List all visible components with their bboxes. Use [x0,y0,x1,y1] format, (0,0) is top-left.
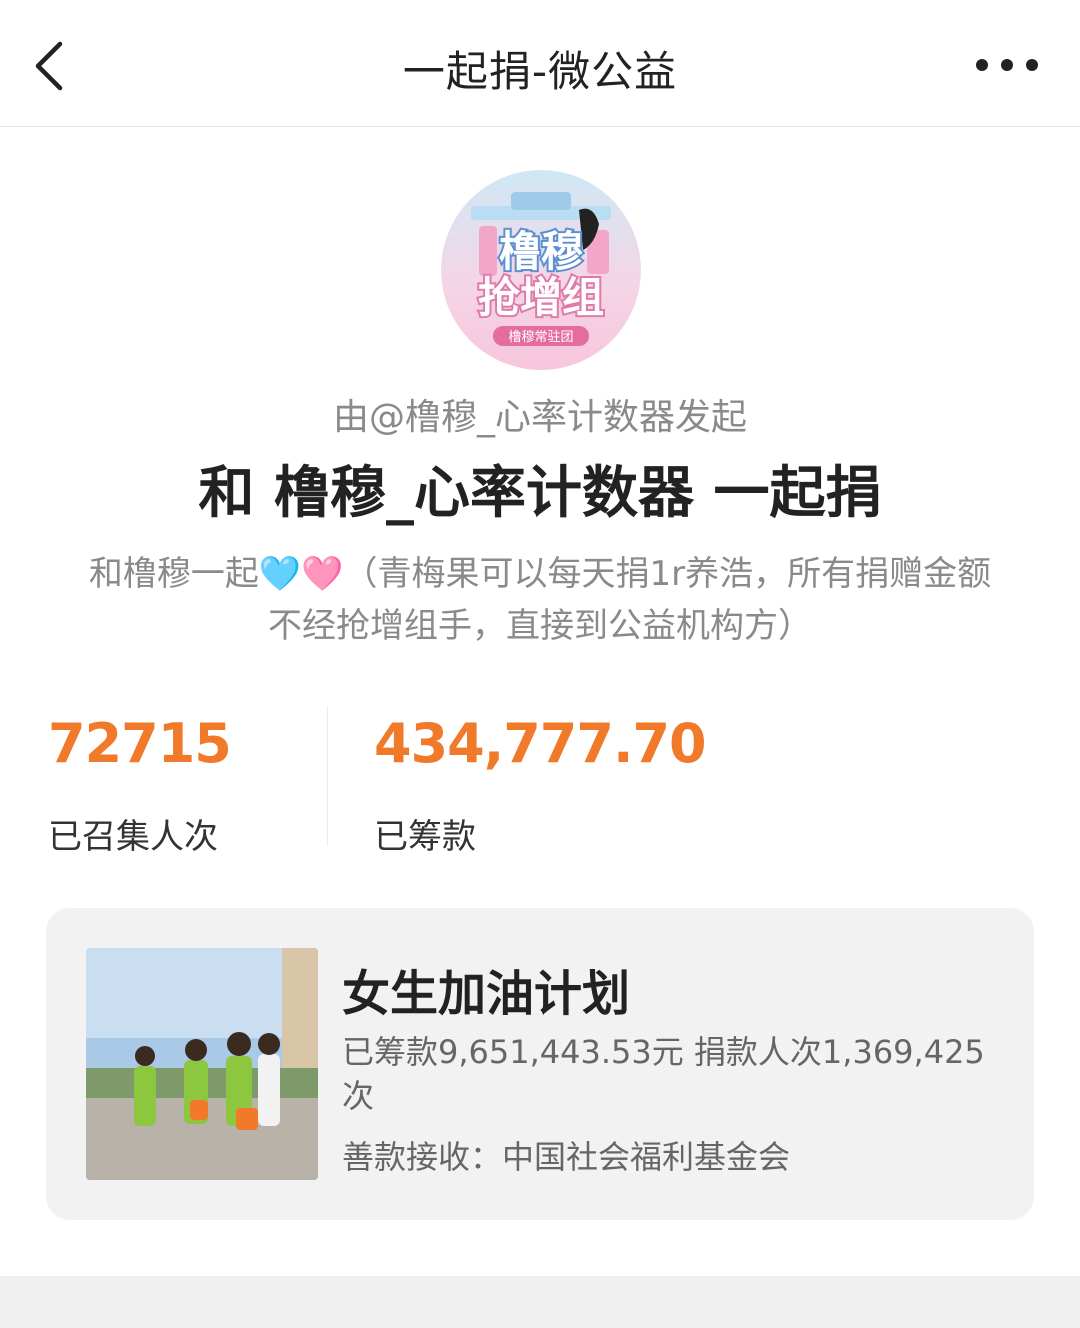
project-name: 女生加油计划 [342,966,631,1022]
more-dots-icon [976,59,1038,71]
raised-amount: 434,777.70 [374,712,707,775]
avatar-badge: 橹穆常驻团 [508,330,573,345]
page-title: 一起捐-微公益 [402,47,678,96]
project-card[interactable]: 女生加油计划 已筹款9,651,443.53元 捐款人次1,369,425次 善… [46,908,1034,1220]
more-options-button[interactable] [974,50,1040,80]
stat-divider [327,706,328,846]
campaign-description: 和橹穆一起🩵🩷（青梅果可以每天捐1r养浩，所有捐赠金额不经抢增组手，直接到公益机… [88,554,992,646]
raised-stat: 434,777.70 已筹款 [374,712,707,858]
participants-count: 72715 [48,712,232,775]
project-receiver: 善款接收：中国社会福利基金会 [342,1138,791,1176]
section-divider [0,1276,1080,1328]
campaign-headline: 和 橹穆_心率计数器 一起捐 [198,461,882,526]
participants-label: 已召集人次 [48,817,218,857]
raised-label: 已筹款 [374,817,476,857]
avatar-title-line2: 抢增组 [478,273,604,322]
project-thumbnail [86,948,318,1180]
participants-stat: 72715 已召集人次 [48,712,232,858]
project-stats: 已筹款9,651,443.53元 捐款人次1,369,425次 [342,1033,985,1115]
avatar-title-line1: 橹穆 [499,227,583,276]
initiator-text[interactable]: 由@橹穆_心率计数器发起 [0,388,1080,440]
campaign-avatar: 橹穆 抢增组 橹穆常驻团 [441,170,641,370]
top-navigation-bar: 一起捐-微公益 [0,0,1080,127]
